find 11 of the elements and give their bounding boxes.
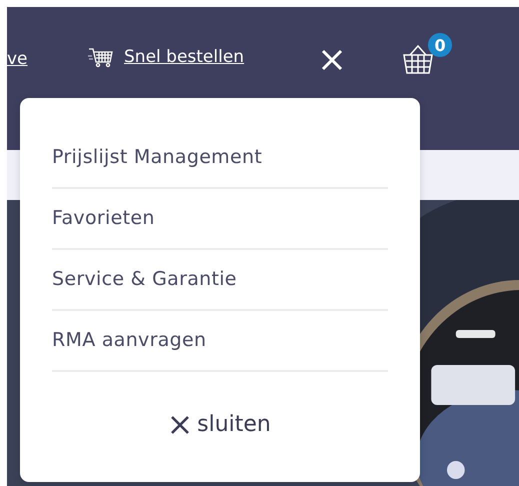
close-icon[interactable]: [320, 48, 344, 72]
shopping-cart-icon[interactable]: [88, 47, 114, 69]
menu-item[interactable]: Service & Garantie: [52, 250, 388, 311]
close-icon: [169, 414, 192, 436]
menu-item[interactable]: RMA aanvragen: [52, 311, 388, 372]
cart-count-badge: 0: [428, 33, 452, 57]
quick-order-link[interactable]: Snel bestellen: [124, 47, 244, 67]
menu-item[interactable]: Favorieten: [52, 189, 388, 250]
menu-item[interactable]: Prijslijst Management: [52, 128, 388, 189]
nav-link[interactable]: ve: [7, 49, 67, 69]
close-button[interactable]: sluiten: [169, 412, 271, 437]
